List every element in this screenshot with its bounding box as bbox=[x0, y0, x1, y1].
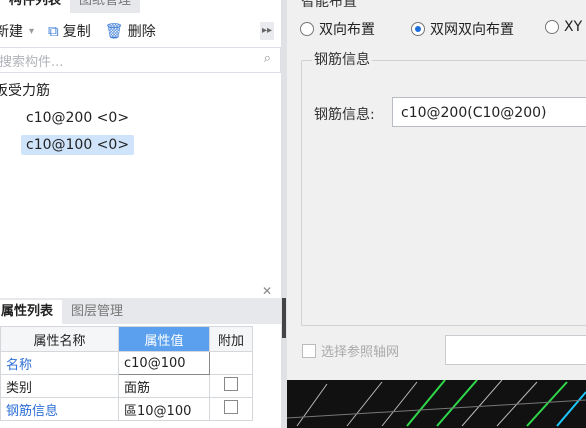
col-header-name: 属性名称 bbox=[0, 326, 119, 352]
search-box[interactable]: 搜索构件... ⌕ bbox=[0, 47, 281, 73]
property-table-header: 属性名称 属性值 附加 bbox=[0, 326, 253, 352]
radio-label: 双向布置 bbox=[319, 22, 375, 38]
addable-checkbox[interactable] bbox=[224, 377, 238, 391]
tab-component-list[interactable]: 构件列表 bbox=[0, 0, 71, 13]
table-row[interactable]: 钢筋信息 區10@100 bbox=[0, 397, 253, 421]
property-table: 属性名称 属性值 附加 名称 c10@100 类别 面筋 钢筋信息 區10@10… bbox=[0, 326, 253, 421]
tab-drawing-management[interactable]: 图纸管理 bbox=[70, 0, 141, 13]
prop-extra-empty bbox=[209, 351, 253, 375]
dialog-title: 智能布置 bbox=[301, 0, 357, 10]
rebar-info-input[interactable]: c10@200(C10@200) bbox=[392, 97, 586, 127]
ref-axis-checkbox-label: 选择参照轴网 bbox=[321, 345, 400, 360]
cad-drawing-canvas[interactable] bbox=[287, 380, 586, 428]
more-toolbar-button[interactable]: ▸▸ bbox=[260, 22, 274, 40]
prop-name: 类别 bbox=[0, 374, 119, 398]
copy-button[interactable]: ⧉ 复制 bbox=[48, 21, 91, 41]
tree-group-label[interactable]: 板受力筋 bbox=[0, 80, 50, 100]
left-tab-bar: 构件列表 图纸管理 bbox=[0, 0, 141, 14]
tab-layer-management[interactable]: 图层管理 bbox=[62, 300, 133, 324]
prop-extra-checkbox-cell bbox=[209, 374, 253, 398]
col-header-extra: 附加 bbox=[209, 326, 253, 352]
search-icon[interactable]: ⌕ bbox=[264, 51, 271, 66]
component-panel: 构件列表 图纸管理 新建 ▾ ⧉ 复制 🗑 删除 ▸▸ 搜索构件... ⌕ 板受… bbox=[0, 0, 281, 428]
splitter-handle[interactable] bbox=[282, 298, 286, 338]
col-header-value: 属性值 bbox=[118, 326, 210, 352]
radio-circle[interactable] bbox=[300, 22, 314, 36]
radio-bidirectional[interactable]: 双向布置 bbox=[300, 19, 375, 39]
ref-axis-field[interactable] bbox=[445, 335, 586, 365]
prop-value[interactable]: 區10@100 bbox=[118, 397, 210, 421]
property-tab-bar: 属性列表 图层管理 bbox=[0, 298, 281, 324]
tree-item-selected[interactable]: c10@100 <0> bbox=[21, 135, 135, 155]
prop-value[interactable]: 面筋 bbox=[118, 374, 210, 398]
copy-label: 复制 bbox=[62, 24, 91, 40]
chevron-down-icon[interactable]: ▾ bbox=[29, 26, 34, 37]
prop-name: 名称 bbox=[0, 351, 119, 375]
addable-checkbox[interactable] bbox=[224, 400, 238, 414]
copy-icon: ⧉ bbox=[48, 22, 59, 40]
radio-xy[interactable]: XY bbox=[545, 19, 582, 35]
radio-label: XY bbox=[564, 19, 583, 35]
prop-value-input[interactable]: c10@100 bbox=[118, 351, 210, 375]
radio-circle-checked[interactable] bbox=[411, 22, 425, 36]
new-label: 新建 bbox=[0, 24, 23, 40]
group-legend: 钢筋信息 bbox=[312, 49, 372, 69]
new-button[interactable]: 新建 ▾ bbox=[0, 21, 34, 41]
table-row[interactable]: 名称 c10@100 bbox=[0, 351, 253, 375]
ref-axis-checkbox-box[interactable] bbox=[302, 343, 316, 358]
ref-axis-checkbox[interactable]: 选择参照轴网 bbox=[302, 341, 399, 360]
radio-circle[interactable] bbox=[545, 20, 559, 34]
prop-extra-checkbox-cell bbox=[209, 397, 253, 421]
search-placeholder: 搜索构件... bbox=[0, 55, 64, 70]
radio-double-net[interactable]: 双网双向布置 bbox=[411, 19, 514, 39]
tree-item-label: c10@200 <0> bbox=[26, 110, 130, 126]
table-row[interactable]: 类别 面筋 bbox=[0, 374, 253, 398]
close-icon[interactable]: ✕ bbox=[262, 284, 272, 298]
drawing-graphics bbox=[287, 380, 586, 427]
rebar-info-label: 钢筋信息: bbox=[314, 107, 375, 123]
trash-icon: 🗑 bbox=[104, 22, 124, 40]
delete-button[interactable]: 🗑 删除 bbox=[105, 21, 156, 41]
delete-label: 删除 bbox=[127, 24, 156, 40]
component-toolbar: 新建 ▾ ⧉ 复制 🗑 删除 ▸▸ bbox=[0, 14, 281, 48]
prop-name: 钢筋信息 bbox=[0, 397, 119, 421]
tree-item[interactable]: c10@200 <0> bbox=[26, 110, 129, 126]
tab-property-list[interactable]: 属性列表 bbox=[0, 300, 63, 324]
tree-item-label: c10@100 <0> bbox=[21, 135, 135, 155]
radio-label: 双网双向布置 bbox=[430, 22, 514, 38]
